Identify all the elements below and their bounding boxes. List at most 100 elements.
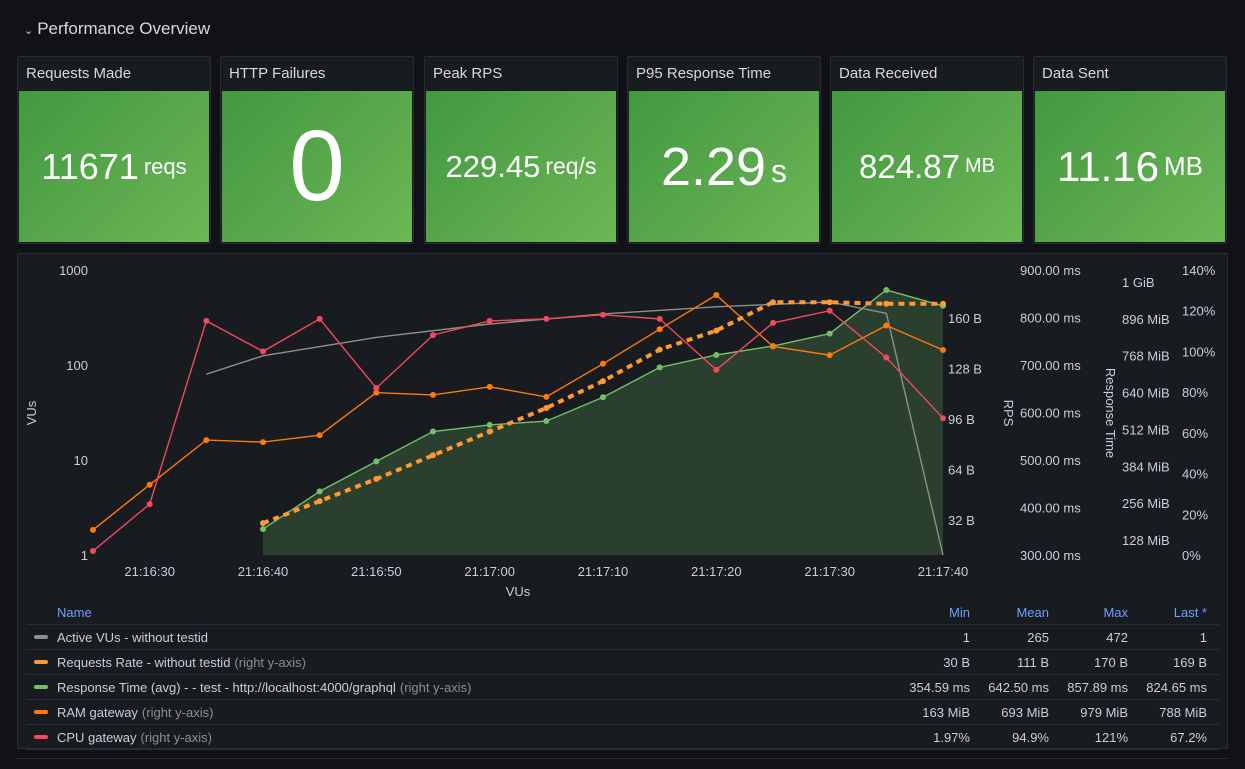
- series-point[interactable]: [940, 300, 946, 307]
- series-point[interactable]: [90, 526, 96, 533]
- legend-series-name[interactable]: Active VUs - without testid: [26, 630, 888, 645]
- legend-header-row: Name Min Mean Max Last *: [26, 600, 1219, 625]
- series-color-swatch[interactable]: [34, 660, 48, 664]
- series-point[interactable]: [656, 326, 663, 333]
- series-point[interactable]: [600, 360, 606, 367]
- series-point[interactable]: [543, 404, 550, 411]
- y-tick-label-cpu: 140%: [1182, 263, 1216, 278]
- series-point[interactable]: [713, 291, 720, 298]
- series-point[interactable]: [940, 415, 946, 422]
- series-point[interactable]: [430, 428, 436, 435]
- x-tick-label: 21:16:40: [238, 564, 289, 579]
- series-point[interactable]: [373, 458, 380, 465]
- series-point[interactable]: [543, 393, 550, 400]
- series-point[interactable]: [543, 418, 550, 425]
- y-tick-label-ram: 128 MiB: [1122, 533, 1170, 548]
- series-point[interactable]: [430, 332, 436, 339]
- series-point[interactable]: [940, 346, 946, 353]
- series-point[interactable]: [316, 488, 323, 495]
- series-point[interactable]: [713, 366, 720, 373]
- legend-row[interactable]: Requests Rate - without testid (right y-a…: [26, 650, 1219, 675]
- legend-mean: 265: [1027, 629, 1049, 645]
- y-tick-label-cpu: 80%: [1182, 385, 1208, 400]
- y-tick-label-cpu: 120%: [1182, 304, 1216, 319]
- series-point[interactable]: [203, 437, 210, 444]
- series-point[interactable]: [713, 327, 720, 334]
- series-point[interactable]: [656, 364, 663, 371]
- y-tick-label-vus: 1: [81, 548, 88, 563]
- series-point[interactable]: [373, 475, 380, 482]
- series-color-swatch[interactable]: [34, 635, 48, 639]
- x-axis-label: VUs: [506, 584, 531, 599]
- series-point[interactable]: [826, 307, 833, 314]
- legend-min: 163 MiB: [922, 704, 970, 720]
- series-point[interactable]: [600, 394, 606, 401]
- legend-min: 1.97%: [933, 729, 970, 745]
- series-point[interactable]: [826, 330, 833, 337]
- series-point[interactable]: [260, 439, 266, 446]
- series-point[interactable]: [260, 348, 266, 355]
- y-tick-label-rps: 32 B: [948, 513, 975, 528]
- series-point[interactable]: [883, 322, 890, 329]
- series-point[interactable]: [770, 319, 776, 326]
- y-tick-label-response-time: 600.00 ms: [1020, 406, 1081, 421]
- series-point[interactable]: [883, 354, 890, 361]
- series-point[interactable]: [486, 428, 493, 435]
- series-point[interactable]: [373, 385, 380, 392]
- legend-axis-note: (right y-axis): [399, 679, 472, 695]
- legend-series-name[interactable]: RAM gateway (right y-axis): [26, 705, 888, 720]
- x-tick-label: 21:16:50: [351, 564, 402, 579]
- legend-row[interactable]: Active VUs - without testid 1 265 472 1: [26, 625, 1219, 650]
- timeseries-chart[interactable]: 21:16:30 21:16:40 21:16:50 21:17:00 21:17:10…: [0, 0, 1245, 600]
- series-color-swatch[interactable]: [34, 710, 48, 714]
- series-point[interactable]: [883, 287, 890, 294]
- legend-max: 121%: [1094, 729, 1128, 745]
- y-tick-label-vus: 10: [74, 453, 88, 468]
- series-point[interactable]: [883, 300, 890, 307]
- series-point[interactable]: [826, 299, 833, 306]
- series-color-swatch[interactable]: [34, 685, 48, 689]
- legend-series-name[interactable]: Response Time (avg) - - test - http://lo…: [26, 680, 888, 695]
- legend-row[interactable]: Response Time (avg) - - test - http://lo…: [26, 675, 1219, 700]
- series-point[interactable]: [146, 481, 153, 488]
- legend-header-last[interactable]: Last *: [1128, 605, 1219, 620]
- series-point[interactable]: [656, 346, 663, 353]
- legend-min: 354.59 ms: [909, 679, 970, 695]
- y-tick-label-cpu: 40%: [1182, 467, 1208, 482]
- series-point[interactable]: [260, 526, 266, 533]
- series-point[interactable]: [486, 383, 493, 390]
- legend-last: 788 MiB: [1159, 704, 1207, 720]
- series-point[interactable]: [316, 498, 323, 505]
- series-point[interactable]: [713, 352, 720, 359]
- series-point[interactable]: [600, 378, 606, 385]
- series-point[interactable]: [656, 315, 663, 322]
- series-point[interactable]: [770, 343, 776, 350]
- series-point[interactable]: [316, 432, 323, 439]
- series-point[interactable]: [260, 520, 266, 527]
- legend-header-name[interactable]: Name: [26, 605, 888, 620]
- legend-row[interactable]: CPU gateway (right y-axis) 1.97% 94.9% 12…: [26, 725, 1219, 750]
- series-point[interactable]: [90, 547, 96, 554]
- y-tick-label-ram: 640 MiB: [1122, 386, 1170, 401]
- legend-header-min[interactable]: Min: [888, 605, 970, 620]
- series-point[interactable]: [826, 352, 833, 359]
- series-point[interactable]: [430, 452, 436, 459]
- y-tick-label-ram: 512 MiB: [1122, 422, 1170, 437]
- legend-series-name[interactable]: CPU gateway (right y-axis): [26, 730, 888, 745]
- legend-header-mean[interactable]: Mean: [970, 605, 1049, 620]
- legend-row[interactable]: RAM gateway (right y-axis) 163 MiB 693 Mi…: [26, 700, 1219, 725]
- series-color-swatch[interactable]: [34, 735, 48, 739]
- legend-mean: 94.9%: [1012, 729, 1049, 745]
- series-point[interactable]: [543, 315, 550, 322]
- series-point[interactable]: [430, 391, 436, 398]
- series-point[interactable]: [486, 317, 493, 324]
- series-point[interactable]: [146, 501, 153, 508]
- series-point[interactable]: [203, 317, 210, 324]
- series-point[interactable]: [600, 311, 606, 318]
- series-point[interactable]: [486, 421, 493, 428]
- y-tick-label-ram: 768 MiB: [1122, 349, 1170, 364]
- series-point[interactable]: [316, 315, 323, 322]
- legend-header-max[interactable]: Max: [1049, 605, 1128, 620]
- legend-series-name[interactable]: Requests Rate - without testid (right y-a…: [26, 655, 888, 670]
- series-point[interactable]: [770, 299, 776, 306]
